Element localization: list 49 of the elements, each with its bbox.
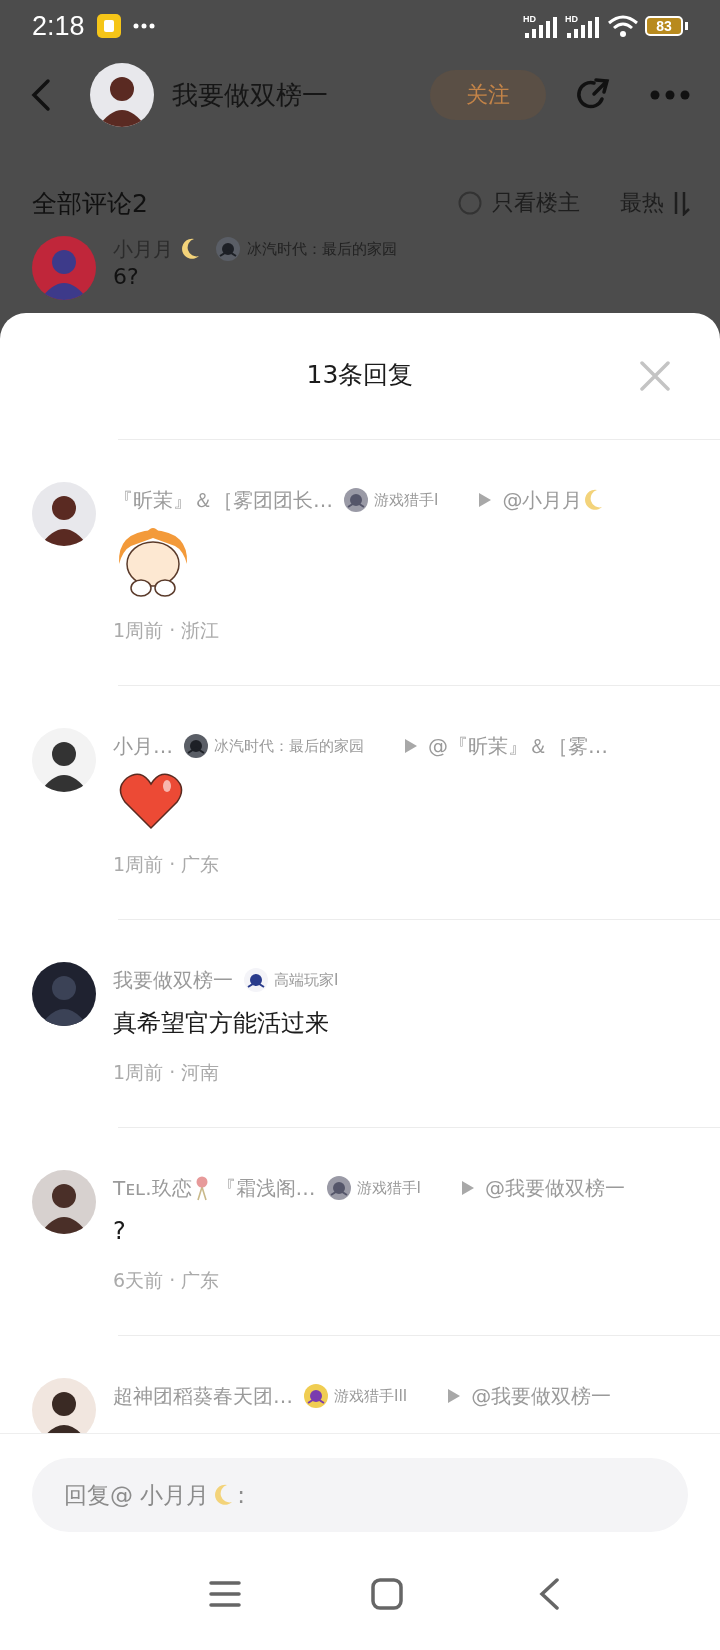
menu-icon[interactable]	[209, 1580, 241, 1608]
triangle-icon	[447, 1388, 462, 1404]
comments-title: 全部评论2	[32, 187, 148, 220]
moon-icon	[179, 237, 201, 261]
emblem-icon	[325, 1175, 352, 1201]
reply-field[interactable]: 回复@ 小月月 :	[32, 1458, 688, 1532]
game-tag: 游戏猎手I	[356, 1178, 421, 1198]
time-location: 1周前 · 河南	[113, 1060, 221, 1085]
user-name[interactable]: 我要做双榜一	[113, 966, 233, 994]
game-tag: 冰汽时代：最后的家园	[214, 736, 364, 756]
wifi-icon	[607, 14, 639, 38]
emblem-icon	[243, 967, 269, 993]
sheet-title: 13条回复	[306, 358, 414, 391]
emblem-icon	[215, 236, 241, 262]
reply-text: ?	[113, 1216, 127, 1247]
follow-button[interactable]: 关注	[430, 70, 546, 120]
triangle-icon	[404, 738, 418, 754]
comment-text: 6?	[113, 263, 140, 291]
emblem-icon	[303, 1383, 329, 1409]
time-location: 6天前 · 广东	[113, 1268, 221, 1293]
user-name[interactable]: 小月…	[113, 732, 173, 760]
battery-level: 83	[645, 16, 683, 36]
emblem-icon	[343, 487, 369, 513]
triangle-icon	[460, 1180, 475, 1196]
user-name[interactable]: 超神团稻葵春天团…	[113, 1382, 293, 1410]
app-icon	[96, 14, 121, 38]
clock-time: 2:18	[32, 10, 85, 42]
time-location: 1周前 · 广东	[113, 852, 221, 877]
triangle-icon	[478, 492, 493, 508]
reply-target[interactable]: @我要做双榜一	[471, 1382, 612, 1410]
game-tag: 游戏猎手III	[334, 1386, 408, 1406]
game-tag: 高端玩家I	[274, 970, 339, 990]
battery-tip-icon	[685, 22, 688, 30]
emblem-icon	[183, 733, 209, 759]
back-icon[interactable]	[538, 1578, 560, 1610]
user-name[interactable]: 『昕茉』＆［雾团团长…	[113, 486, 333, 514]
reply-text: 真希望官方能活过来	[113, 1008, 330, 1039]
reply-target[interactable]: @『昕茉』＆［雾…	[428, 732, 608, 760]
avatar[interactable]	[32, 1378, 96, 1433]
heart-icon	[117, 770, 185, 832]
user-title: 『霜浅阁…	[215, 1174, 316, 1202]
time-location: 1周前 · 浙江	[113, 618, 221, 643]
reply-target[interactable]: @小月月	[502, 486, 583, 514]
game-tag: 游戏猎手I	[374, 490, 439, 510]
radio-button[interactable]	[458, 191, 482, 215]
more-icon	[132, 23, 155, 29]
reply-target[interactable]: @我要做双榜一	[484, 1174, 625, 1202]
user-name[interactable]: Tᴇʟ.玖恋	[113, 1174, 192, 1202]
home-icon[interactable]	[371, 1578, 403, 1610]
